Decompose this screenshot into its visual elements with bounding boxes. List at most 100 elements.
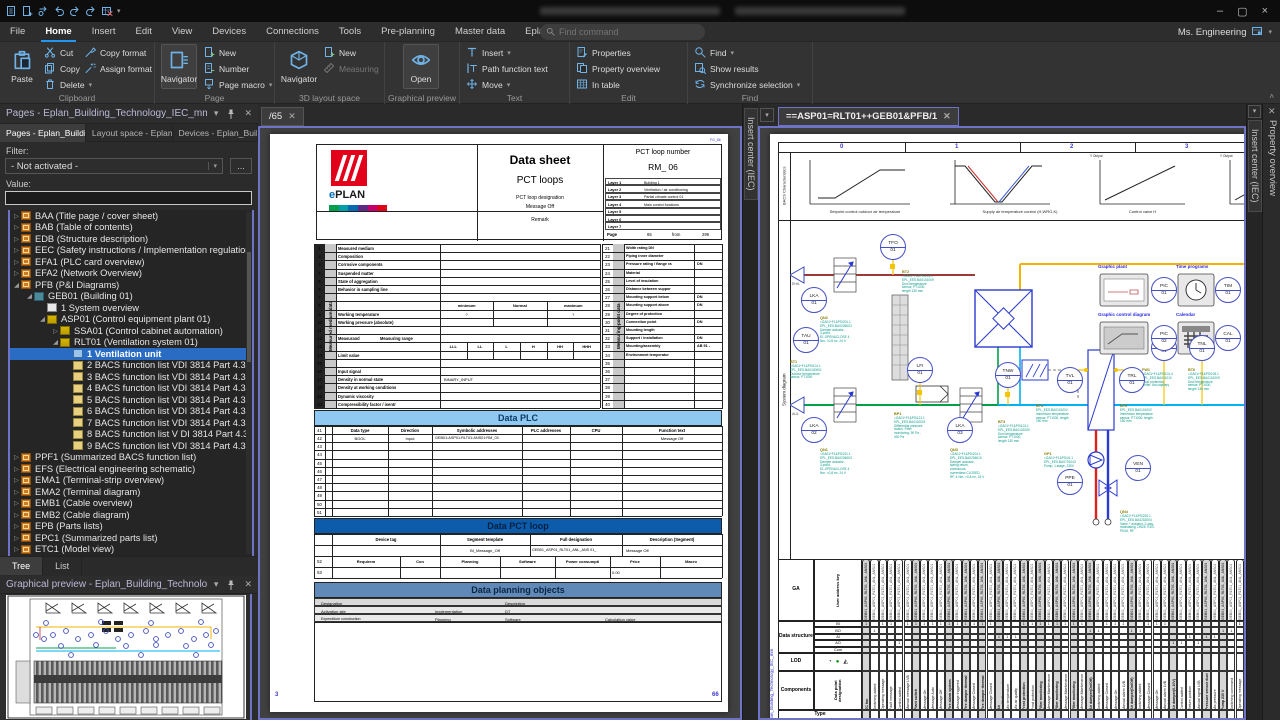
tree-expander-icon[interactable]: ▷ [12,212,21,220]
instrument-lka-03[interactable]: LKA03 [947,417,973,443]
tree-expander-icon[interactable]: ◢ [25,292,34,300]
collapse-ribbon-icon[interactable]: ˄ [1269,92,1274,101]
in-table-button[interactable]: In table [576,77,620,92]
find-command-box[interactable] [540,24,705,40]
tree-expander-icon[interactable]: ◢ [12,281,21,289]
instrument-tvl-01[interactable]: TVL01 [1057,367,1083,393]
instrument-lfi-01[interactable]: LFI01 [907,357,933,383]
restore-button[interactable]: ▢ [1237,5,1247,18]
property-overview-tab[interactable]: Property overview [1267,120,1278,196]
paste-button[interactable]: Paste [4,44,40,89]
bottom-tab-tree[interactable]: Tree [0,557,43,575]
tree-expander-icon[interactable]: ▷ [12,522,21,530]
tree-scrollbar-thumb[interactable] [247,252,251,362]
undo-icon[interactable] [53,5,65,17]
instrument-tfo-01[interactable]: TFO01 [880,234,906,260]
left-dock-tab-1[interactable]: Layout space - Eplan_... [86,124,173,142]
tree-expander-icon[interactable]: ▷ [12,465,21,473]
minimize-button[interactable]: – [1217,5,1223,17]
3d-new-button[interactable]: New [323,45,356,60]
new-page-button[interactable]: New [203,45,236,60]
insert-center-right-tab[interactable]: Insert center (IEC) [1248,120,1262,212]
tree-item[interactable]: ▷EMB1 (Cable overview) [10,498,252,510]
tree-expander-icon[interactable]: ▷ [12,269,21,277]
pin-icon[interactable] [225,108,237,120]
tree-expander-icon[interactable]: ▷ [12,453,21,461]
property-overview-button[interactable]: Property overview [576,61,660,76]
tree-item[interactable]: 6 BACS function list VDI 3814 Part 4.3 [10,406,252,418]
instrument-ven-01[interactable]: VEN01 [1125,455,1151,481]
tree-item[interactable]: ◢RLT01 (Ventilation system 01) [10,337,252,349]
tree-item[interactable]: ▷PPF1 (Summarized BACS function list) [10,452,252,464]
datasheet-viewport[interactable]: FG_66ePLANData sheetPCT loopsPCT loop de… [258,126,742,720]
tree-expander-icon[interactable]: ▷ [12,476,21,484]
find-button[interactable]: Find▾ [694,45,734,60]
move-button[interactable]: Move▾ [466,77,510,92]
preview-menu-chevron-icon[interactable]: ▾ [214,579,219,590]
tree-expander-icon[interactable]: ▷ [12,488,21,496]
ribbon-tab-pre-planning[interactable]: Pre-planning [371,22,445,42]
ribbon-tab-devices[interactable]: Devices [202,22,256,42]
tree-item[interactable]: ▷BAB (Table of contents) [10,222,252,234]
instrument-ppe-01[interactable]: PPE01 [1057,469,1083,495]
path-function-text-button[interactable]: Path function text [466,61,548,76]
synchronize-selection-button[interactable]: Synchronize selection▾ [694,77,800,92]
tab-close-icon[interactable]: ✕ [288,111,296,122]
tree-item[interactable]: 3 BACS function list VDI 3814 Part 4.3 [10,371,252,383]
tree-item[interactable]: 9 BACS function list VDI 3814 Part 4.3 [10,440,252,452]
instrument-lka-02[interactable]: LKA02 [801,417,827,443]
left-dock-tab-2[interactable]: Devices - Eplan_Build... [173,124,258,142]
tree-item[interactable]: 4 BACS function list VDI 3814 Part 4.3 [10,383,252,395]
repeat-icon[interactable] [37,5,49,17]
ribbon-tab-edit[interactable]: Edit [125,22,161,42]
instrument-tau-01[interactable]: TAU01 [793,327,819,353]
delete-button[interactable]: Delete▾ [44,77,92,92]
close-button[interactable]: × [1262,5,1268,17]
tree-expander-icon[interactable]: ▷ [12,534,21,542]
tree-expander-icon[interactable]: ▷ [12,223,21,231]
graphical-preview-body[interactable] [0,594,252,720]
tree-item[interactable]: ▷EMA2 (Terminal diagram) [10,486,252,498]
instrument-pic-02[interactable]: PIC02 [1151,325,1177,351]
tree-item[interactable]: ▷EFS (Electrical engineering schematic) [10,463,252,475]
tree-item[interactable]: ▷ETC1 (Model view) [10,544,252,556]
find-command-input[interactable] [559,27,689,37]
pages-tree[interactable]: ▷BAA (Title page / cover sheet)▷BAB (Tab… [8,210,254,556]
bottom-tab-list[interactable]: List [43,557,82,575]
open-preview-button[interactable]: Open [403,44,439,89]
copy-format-button[interactable]: Copy format [84,45,146,60]
tree-expander-icon[interactable]: ◢ [51,338,60,346]
tree-item[interactable]: ▷EPC1 (Summarized parts list) [10,532,252,544]
user-menu-chevron-icon[interactable]: ▾ [1268,28,1272,36]
tab-datasheet-page[interactable]: /65 ✕ [261,107,304,126]
ribbon-tab-view[interactable]: View [162,22,202,42]
tree-item[interactable]: ▷SSA01 (Control cabinet automation) [10,325,252,337]
filter-combo[interactable]: - Not activated - ▾ [5,158,223,174]
instrument-trl-01[interactable]: TRL01 [1119,367,1145,393]
left-dock-tab-0[interactable]: Pages - Eplan_Buildin... [0,124,86,142]
tree-item[interactable]: ▷EMB2 (Cable diagram) [10,509,252,521]
tree-expander-icon[interactable]: ▷ [51,327,60,335]
tree-expander-icon[interactable]: ▷ [12,499,21,507]
new-page-icon[interactable] [5,5,17,17]
tree-item[interactable]: ◢GEB01 (Building 01) [10,291,252,303]
tree-item[interactable]: ◢PFB (P&I Diagrams) [10,279,252,291]
show-results-button[interactable]: Show results [694,61,759,76]
redo-icon[interactable] [69,5,81,17]
cut-button[interactable]: Cut [44,45,73,60]
pni-viewport[interactable]: 01234BACS CharacteristicsSystem diagramE… [758,126,1246,720]
ribbon-tab-master-data[interactable]: Master data [445,22,515,42]
value-input[interactable] [5,191,252,205]
panel-menu-chevron-icon[interactable]: ▾ [214,108,219,119]
page-navigator-button[interactable]: Navigator [161,44,197,89]
tree-expander-icon[interactable]: ▷ [12,545,21,553]
insert-center-left-tab[interactable]: Insert center (IEC) [744,108,758,200]
ribbon-tab-file[interactable]: File [0,22,35,42]
tree-item[interactable]: 7 BACS function list VDI 3814 Part 4.3 [10,417,252,429]
tree-item[interactable]: ▷EMA1 (Terminal-strip overview) [10,475,252,487]
number-button[interactable]: Number [203,61,249,76]
tree-item[interactable]: ▷EPB (Parts lists) [10,521,252,533]
preview-close-icon[interactable]: ✕ [244,579,252,590]
copy-button[interactable]: Copy [44,61,80,76]
instrument-pic-01[interactable]: PIC01 [1151,277,1177,303]
